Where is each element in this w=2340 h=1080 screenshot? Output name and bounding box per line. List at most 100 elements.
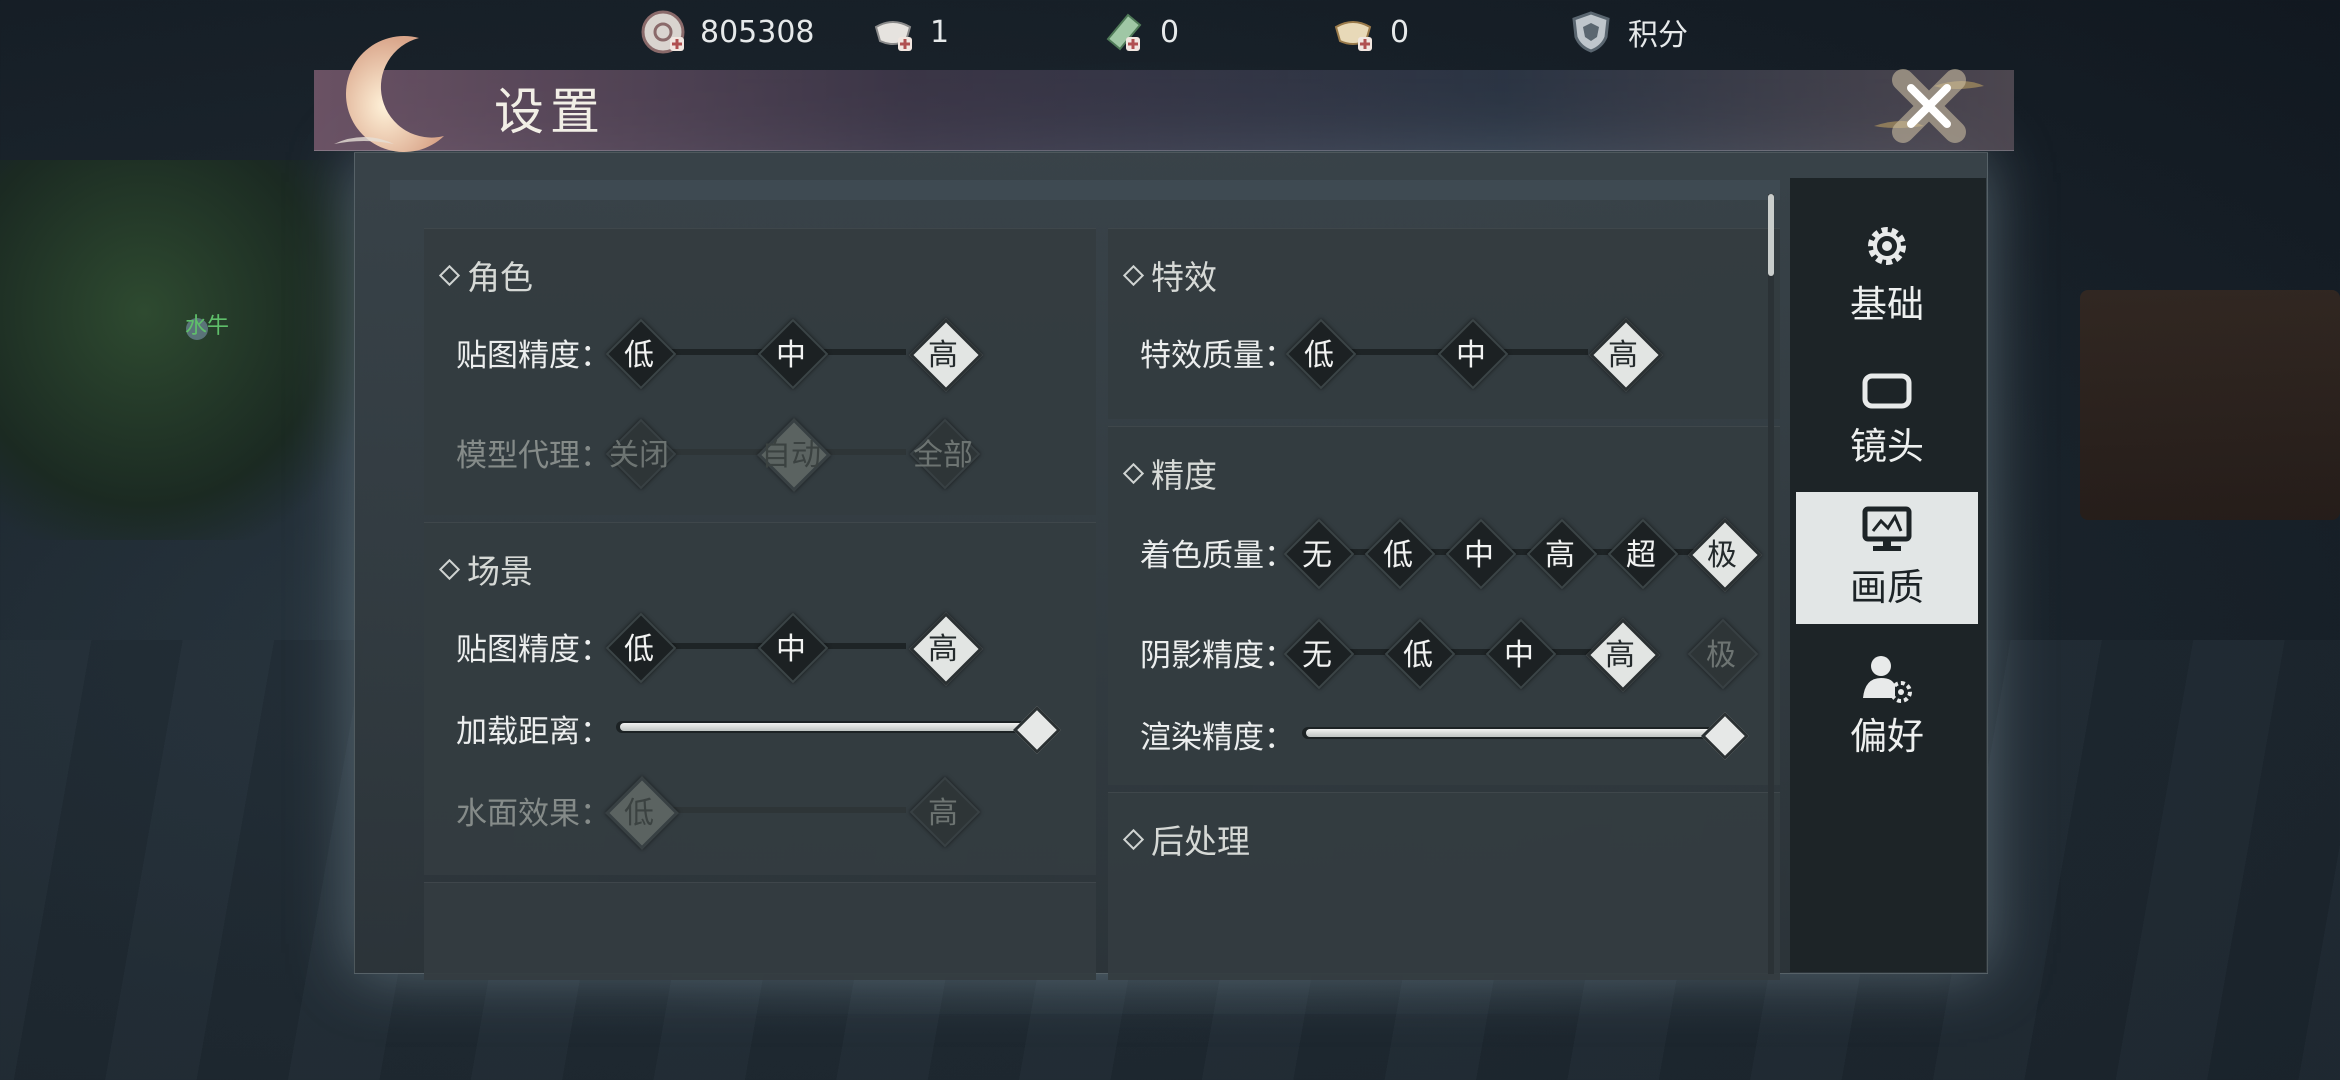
points-button[interactable]: 积分 <box>1568 8 1688 56</box>
option-extreme: 极 <box>1687 618 1759 690</box>
npc-name-label: 水牛 <box>185 314 230 339</box>
option-none[interactable]: 无 <box>1283 518 1355 590</box>
background-cart <box>2080 290 2340 520</box>
diamond-bullet-icon <box>1122 462 1145 484</box>
option-mid[interactable]: 中 <box>757 318 829 390</box>
close-button[interactable] <box>1864 56 1994 156</box>
row-label: 水面效果： <box>456 795 611 832</box>
row-label: 渲染精度： <box>1140 719 1295 756</box>
currency-ingot[interactable]: 1 <box>870 8 949 56</box>
option-mid[interactable]: 中 <box>1485 618 1557 690</box>
currency-value: 1 <box>930 14 950 50</box>
section-title: 角色 <box>438 251 533 299</box>
row-label: 模型代理： <box>456 437 611 474</box>
settings-panel: 设置 角色 贴图精度： 低 中 高 模型代理： 关闭 自动 全部 场景 贴图精度… <box>314 36 2026 1014</box>
option-extreme[interactable]: 极 <box>1688 518 1762 592</box>
ingot-icon <box>870 9 916 55</box>
load-distance-slider[interactable] <box>616 695 1062 761</box>
clipped-row-above <box>390 180 1780 200</box>
tab-graphics[interactable]: 画质 <box>1796 492 1978 624</box>
option-mid[interactable]: 中 <box>757 612 829 684</box>
option-high[interactable]: 高 <box>909 318 983 392</box>
section-title: 特效 <box>1122 251 1217 299</box>
water-effect-row: 水面效果： 低 高 <box>456 776 1076 850</box>
moon-icon <box>324 26 464 166</box>
currency-value: 0 <box>1160 14 1180 50</box>
section-scene: 场景 贴图精度： 低 中 高 加载距离： 水面效果： 低 高 <box>424 522 1096 875</box>
currency-jade-ticket[interactable]: 0 <box>1100 8 1179 56</box>
slider-fill <box>620 723 1036 731</box>
render-precision-row: 渲染精度： <box>1140 701 1780 767</box>
option-low[interactable]: 低 <box>605 318 677 390</box>
section-title: 场景 <box>438 545 533 593</box>
option-high[interactable]: 高 <box>1586 618 1660 692</box>
shading-quality-row: 着色质量： 无 低 中 高 超 极 <box>1140 518 1780 592</box>
option-high[interactable]: 高 <box>1526 518 1598 590</box>
option-low[interactable]: 低 <box>1285 318 1357 390</box>
background-foliage <box>0 160 360 540</box>
scene-texture-row: 贴图精度： 低 中 高 <box>456 612 1076 686</box>
slider-knob[interactable] <box>1700 711 1750 761</box>
panel-title: 设置 <box>494 83 606 141</box>
currency-coin[interactable]: 805308 <box>640 8 815 56</box>
option-high: 高 <box>909 776 981 848</box>
tab-camera[interactable]: 镜头 <box>1796 354 1978 486</box>
tab-preferences[interactable]: 偏好 <box>1796 640 1978 772</box>
row-label: 加载距离： <box>456 713 611 750</box>
gold-ingot-icon <box>1330 9 1376 55</box>
option-auto: 自动 <box>757 418 831 492</box>
load-distance-row: 加载距离： <box>456 695 1076 761</box>
content-scrollbar[interactable] <box>1768 194 1774 974</box>
currency-value: 805308 <box>700 14 815 50</box>
section-title-text: 精度 <box>1151 456 1217 495</box>
shield-icon <box>1568 9 1614 55</box>
jade-ticket-icon <box>1100 9 1146 55</box>
diamond-bullet-icon <box>1122 828 1145 850</box>
diamond-bullet-icon <box>438 558 461 580</box>
section-precision: 精度 着色质量： 无 低 中 高 超 极 阴影精度： 无 低 中 高 极 渲染精… <box>1108 426 1780 785</box>
option-mid[interactable]: 中 <box>1445 518 1517 590</box>
row-label: 贴图精度： <box>456 631 611 668</box>
tab-label: 镜头 <box>1850 425 1924 468</box>
section-title-text: 场景 <box>467 552 533 591</box>
effects-quality-row: 特效质量： 低 中 高 <box>1140 318 1760 392</box>
tab-label: 基础 <box>1850 283 1924 326</box>
option-ultra[interactable]: 超 <box>1607 518 1679 590</box>
option-off: 关闭 <box>605 418 677 490</box>
option-low[interactable]: 低 <box>605 612 677 684</box>
section-effects: 特效 特效质量： 低 中 高 <box>1108 228 1780 419</box>
option-low[interactable]: 低 <box>1364 518 1436 590</box>
option-mid[interactable]: 中 <box>1437 318 1509 390</box>
settings-tabs: 基础 镜头 画质 偏好 <box>1790 178 1986 972</box>
row-label: 阴影精度： <box>1140 637 1295 674</box>
option-none[interactable]: 无 <box>1283 618 1355 690</box>
user-settings-icon <box>1863 656 1912 703</box>
option-all: 全部 <box>909 418 981 490</box>
tab-basic[interactable]: 基础 <box>1796 208 1978 340</box>
render-precision-slider[interactable] <box>1302 701 1750 767</box>
section-post-processing: 后处理 <box>1108 792 1780 980</box>
option-low[interactable]: 低 <box>1384 618 1456 690</box>
settings-content: 角色 贴图精度： 低 中 高 模型代理： 关闭 自动 全部 场景 贴图精度： 低… <box>390 180 1780 980</box>
gear-icon <box>1868 227 1906 265</box>
currency-gold-ingot[interactable]: 0 <box>1330 8 1409 56</box>
section-title-text: 后处理 <box>1151 822 1250 861</box>
section-title-text: 特效 <box>1151 258 1217 297</box>
row-label: 贴图精度： <box>456 337 611 374</box>
section-title-text: 角色 <box>467 258 533 297</box>
scroll-thumb[interactable] <box>1768 194 1774 276</box>
option-high[interactable]: 高 <box>1589 318 1663 392</box>
close-icon <box>1874 69 1984 143</box>
row-label: 着色质量： <box>1140 537 1295 574</box>
row-label: 特效质量： <box>1140 337 1295 374</box>
option-high[interactable]: 高 <box>909 612 983 686</box>
section-next-clipped <box>424 882 1096 980</box>
section-title: 精度 <box>1122 449 1217 497</box>
shadow-precision-row: 阴影精度： 无 低 中 高 极 <box>1140 618 1780 692</box>
points-label: 积分 <box>1628 18 1688 53</box>
option-low: 低 <box>605 776 679 850</box>
slider-knob[interactable] <box>1012 705 1062 755</box>
camera-device-icon <box>1862 373 1912 409</box>
tab-label: 偏好 <box>1850 715 1924 758</box>
model-proxy-row: 模型代理： 关闭 自动 全部 <box>456 418 1076 492</box>
